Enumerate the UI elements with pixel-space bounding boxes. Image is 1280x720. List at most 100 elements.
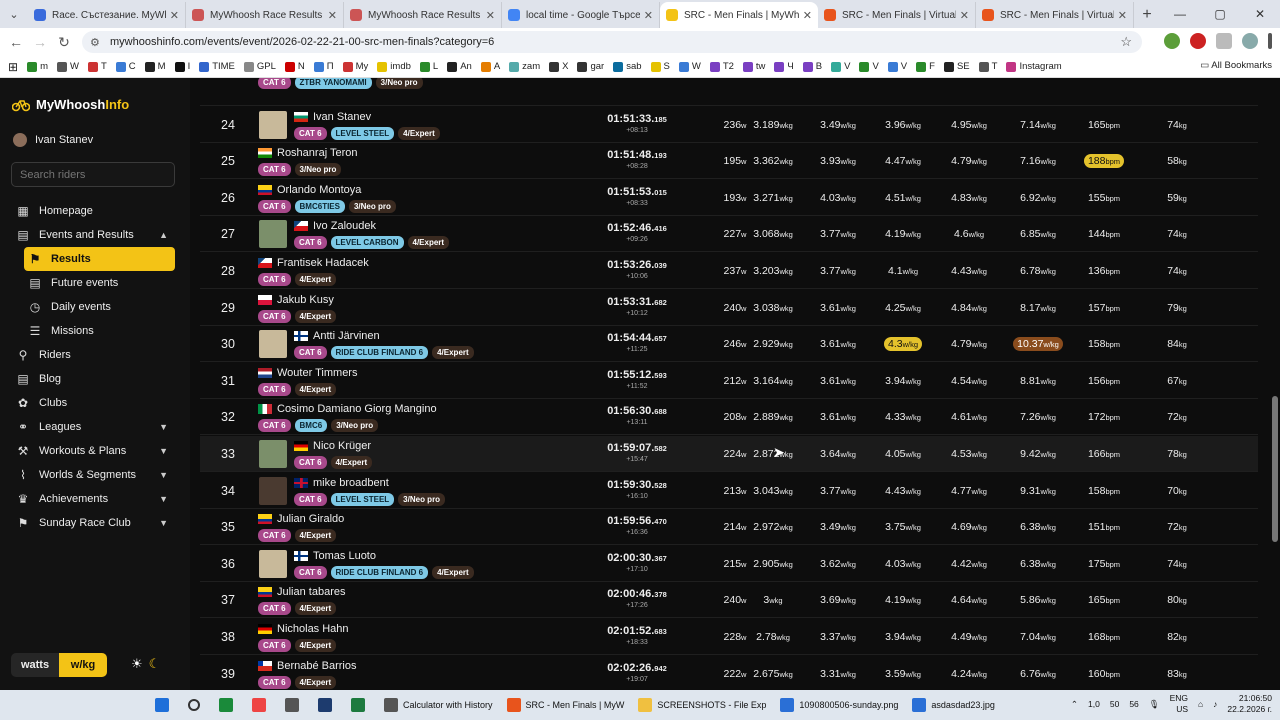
theme-toggle[interactable]: ☀ ☾ bbox=[131, 656, 160, 672]
bookmark-item[interactable]: An bbox=[447, 61, 472, 72]
bookmark-item[interactable]: Instagram bbox=[1006, 61, 1062, 72]
bookmark-item[interactable]: TIME bbox=[199, 61, 235, 72]
table-row[interactable]: 31 Wouter Timmers CAT 6 4/Expert 01:55:12.59… bbox=[200, 363, 1258, 399]
table-row[interactable]: 24 Ivan Stanev CAT 6 LEVEL STEEL 4/Expert 01:… bbox=[200, 107, 1258, 143]
taskbar-app-icon[interactable] bbox=[252, 698, 271, 712]
tab-close-icon[interactable]: ✕ bbox=[1118, 9, 1127, 22]
sidebar-item-worlds-segments[interactable]: ⌇ Worlds & Segments ▼ bbox=[0, 463, 190, 487]
bookmark-item[interactable]: Ч bbox=[774, 61, 794, 72]
tab-close-icon[interactable]: ✕ bbox=[644, 9, 653, 22]
table-row[interactable]: 36 Tomas Luoto CAT 6 RIDE CLUB FINLAND 6 4/E… bbox=[200, 546, 1258, 582]
rider-name-link[interactable]: Nicholas Hahn bbox=[258, 622, 349, 636]
bookmark-item[interactable]: SE bbox=[943, 61, 970, 72]
microphone-icon[interactable]: 🎙 bbox=[1149, 699, 1160, 710]
photoshop-icon[interactable] bbox=[318, 698, 337, 712]
team-badge[interactable]: BMC6 bbox=[294, 419, 328, 433]
tab-close-icon[interactable]: ✕ bbox=[486, 9, 495, 22]
language-indicator[interactable]: ENG US bbox=[1170, 693, 1188, 715]
bookmark-item[interactable]: В bbox=[802, 61, 822, 72]
tab-search-icon[interactable]: ⌄ bbox=[0, 0, 28, 28]
sidebar-item-results[interactable]: ⚑ Results bbox=[24, 247, 175, 271]
chevron-down-icon[interactable]: ▼ bbox=[159, 494, 168, 504]
excel-icon[interactable] bbox=[351, 698, 370, 712]
sidebar-item-events-and-results[interactable]: ▤ Events and Results ▲ bbox=[0, 223, 190, 247]
bookmark-item[interactable]: tw bbox=[742, 61, 765, 72]
browser-tab[interactable]: SRC - Men Finals | MyWhoosh ✕ bbox=[660, 2, 818, 28]
taskbar-app-button[interactable]: asdasdad23.jpg bbox=[912, 698, 995, 712]
bookmark-item[interactable]: F bbox=[916, 61, 935, 72]
forward-icon[interactable]: → bbox=[28, 34, 52, 50]
team-badge[interactable]: RIDE CLUB FINLAND 6 bbox=[330, 565, 429, 579]
back-icon[interactable]: ← bbox=[4, 34, 28, 50]
sidebar-item-achievements[interactable]: ♛ Achievements ▼ bbox=[0, 487, 190, 511]
rider-avatar[interactable] bbox=[259, 476, 287, 505]
scrollbar-track[interactable] bbox=[1270, 78, 1280, 690]
bookmark-item[interactable]: L bbox=[419, 61, 438, 72]
close-window-button[interactable]: ✕ bbox=[1240, 0, 1280, 28]
sidebar-item-workouts-plans[interactable]: ⚒ Workouts & Plans ▼ bbox=[0, 439, 190, 463]
sidebar-item-clubs[interactable]: ✿ Clubs bbox=[0, 391, 190, 415]
team-badge[interactable]: RIDE CLUB FINLAND 6 bbox=[330, 346, 429, 360]
rider-name-link[interactable]: Bernabé Barrios bbox=[258, 659, 357, 673]
bookmark-item[interactable]: W bbox=[56, 61, 79, 72]
tray-chevron-icon[interactable]: ⌃ bbox=[1071, 699, 1078, 710]
current-user[interactable]: Ivan Stanev bbox=[13, 133, 93, 147]
bookmark-item[interactable]: m bbox=[27, 61, 48, 72]
taskbar-app-icon[interactable] bbox=[285, 698, 304, 712]
bookmark-item[interactable]: V bbox=[831, 61, 850, 72]
team-badge[interactable]: BMC6TIES bbox=[294, 199, 345, 213]
taskbar-app-icon[interactable] bbox=[219, 698, 238, 712]
chevron-up-icon[interactable]: ▲ bbox=[159, 230, 168, 240]
chevron-down-icon[interactable]: ▼ bbox=[159, 470, 168, 480]
table-row[interactable]: 39 Bernabé Barrios CAT 6 4/Expert 02:02:26.9… bbox=[200, 656, 1258, 690]
table-row[interactable]: CAT 6ZTBR YANOMAMI3/Neo pro+08:13 bbox=[200, 78, 1258, 106]
chevron-down-icon[interactable]: ▼ bbox=[159, 422, 168, 432]
table-row[interactable]: 29 Jakub Kusy CAT 6 4/Expert 01:53:31.682 +10… bbox=[200, 290, 1258, 326]
team-badge[interactable]: LEVEL CARBON bbox=[330, 236, 404, 250]
tab-close-icon[interactable]: ✕ bbox=[170, 9, 179, 22]
rider-name-link[interactable]: Tomas Luoto bbox=[294, 549, 474, 563]
app-logo[interactable]: MyWhoosh Info bbox=[11, 97, 129, 112]
wkg-toggle-button[interactable]: w/kg bbox=[59, 653, 107, 677]
rider-avatar[interactable] bbox=[259, 110, 287, 139]
tab-close-icon[interactable]: ✕ bbox=[960, 9, 969, 22]
bookmark-item[interactable]: S bbox=[650, 61, 670, 72]
extension-icon[interactable] bbox=[1164, 33, 1180, 49]
table-row[interactable]: 34 mike broadbent CAT 6 LEVEL STEEL 3/Neo pr… bbox=[200, 473, 1258, 509]
rider-name-link[interactable]: Julian Giraldo bbox=[258, 512, 344, 526]
puzzle-icon[interactable] bbox=[1216, 33, 1232, 49]
watts-toggle-button[interactable]: watts bbox=[11, 653, 59, 677]
rider-name-link[interactable]: Julian tabares bbox=[258, 585, 346, 599]
table-row[interactable]: 38 Nicholas Hahn CAT 6 4/Expert 02:01:52.683… bbox=[200, 619, 1258, 655]
bookmark-item[interactable]: T bbox=[978, 61, 997, 72]
sun-icon[interactable]: ☀ bbox=[131, 656, 143, 672]
search-icon[interactable] bbox=[188, 699, 205, 711]
bookmark-item[interactable]: V bbox=[887, 61, 907, 72]
new-tab-button[interactable]: + bbox=[1134, 2, 1160, 28]
chevron-down-icon[interactable]: ▼ bbox=[159, 518, 168, 528]
rider-name-link[interactable]: Frantisek Hadacek bbox=[258, 256, 369, 270]
team-badge[interactable]: ZTBR YANOMAMI bbox=[294, 78, 372, 89]
apps-grid-icon[interactable]: ⊞ bbox=[8, 60, 18, 74]
rider-avatar[interactable] bbox=[259, 330, 287, 359]
bookmark-item[interactable]: T2 bbox=[709, 61, 734, 72]
rider-name-link[interactable]: Nico Krüger bbox=[294, 439, 372, 453]
reload-icon[interactable]: ↻ bbox=[52, 34, 76, 51]
bookmark-item[interactable]: I bbox=[174, 61, 190, 72]
taskbar-app-button[interactable]: 1090800506-sunday.png bbox=[780, 698, 898, 712]
rider-name-link[interactable]: Wouter Timmers bbox=[258, 366, 357, 380]
chevron-down-icon[interactable]: ▼ bbox=[159, 446, 168, 456]
table-row[interactable]: 30 Antti Järvinen CAT 6 RIDE CLUB FINLAND 6… bbox=[200, 326, 1258, 363]
rider-name-link[interactable]: Ivo Zaloudek bbox=[294, 219, 449, 233]
bookmark-item[interactable]: N bbox=[284, 61, 305, 72]
browser-tab[interactable]: SRC - Men Finals | Virtual Ride ✕ bbox=[976, 2, 1134, 28]
sidebar-item-leagues[interactable]: ⚭ Leagues ▼ bbox=[0, 415, 190, 439]
bookmark-item[interactable]: GPL bbox=[243, 61, 276, 72]
table-row[interactable]: 33 Nico Krüger CAT 6 4/Expert 01:59:07.582 +1… bbox=[200, 436, 1258, 472]
tab-close-icon[interactable]: ✕ bbox=[328, 9, 337, 22]
team-badge[interactable]: LEVEL STEEL bbox=[330, 492, 395, 506]
rider-name-link[interactable]: Jakub Kusy bbox=[258, 293, 336, 307]
browser-tab[interactable]: MyWhoosh Race Results ✕ bbox=[186, 2, 344, 28]
bookmark-item[interactable]: T bbox=[87, 61, 107, 72]
menu-dots-icon[interactable] bbox=[1268, 33, 1272, 49]
